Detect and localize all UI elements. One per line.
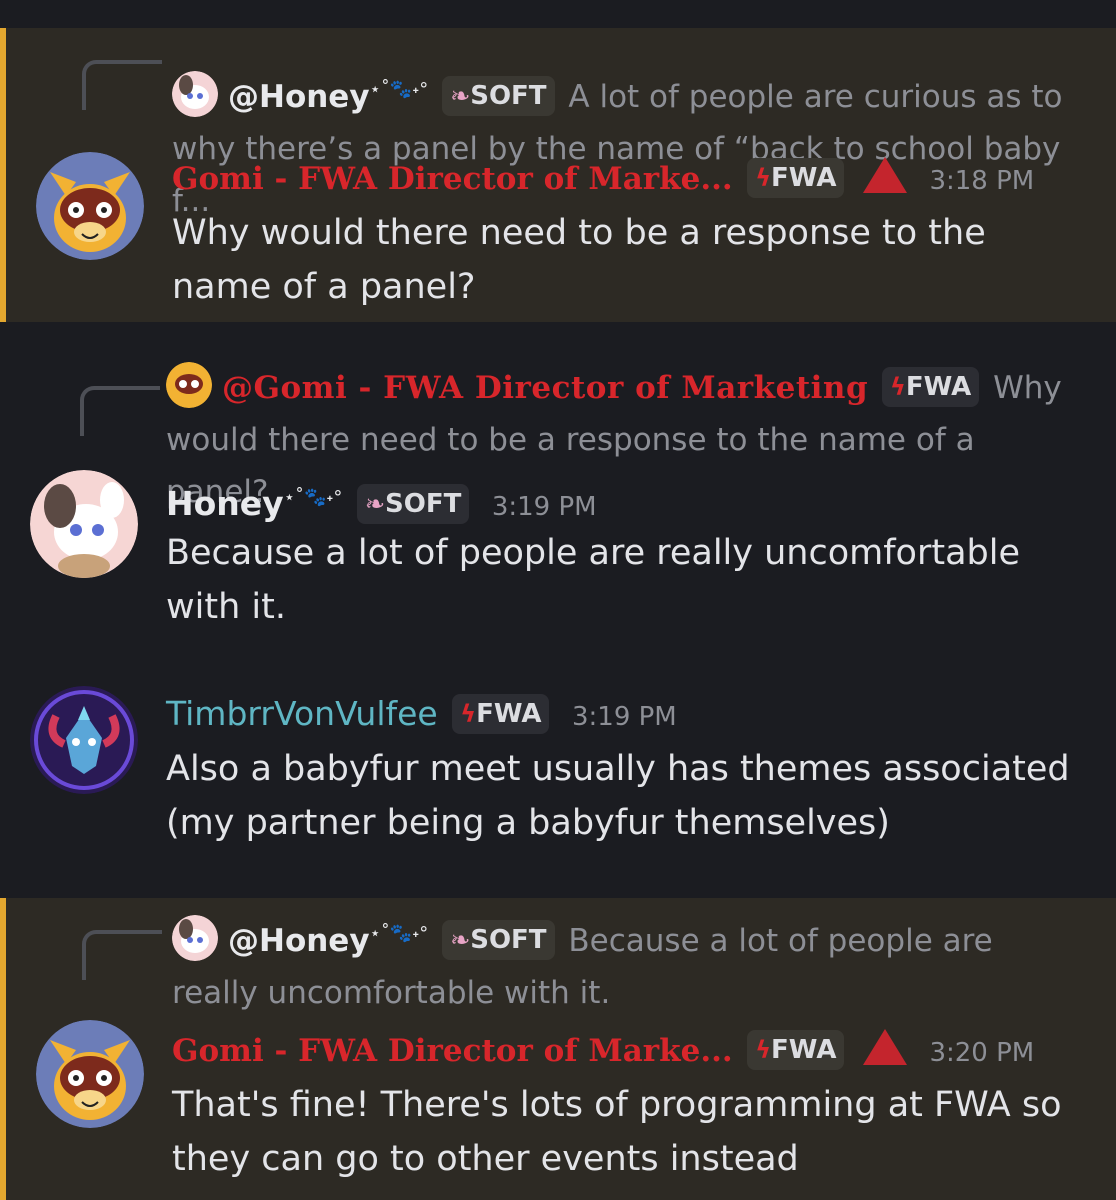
tag-label: SOFT — [470, 925, 547, 955]
reply-preview[interactable]: @Honey⋆˚🐾˖° ❧SOFT Because a lot of peopl… — [172, 908, 1086, 1019]
honey-mini-avatar — [172, 71, 218, 117]
lightning-icon: ϟ — [460, 700, 477, 728]
red-triangle-icon[interactable] — [862, 1029, 907, 1065]
gomi-avatar[interactable] — [36, 152, 144, 260]
message-header: Gomi - FWA Director of Marke... ϟFWA 3:1… — [172, 150, 1096, 206]
fwa-tag[interactable]: ϟFWA — [452, 694, 550, 734]
reply-author[interactable]: @Honey — [228, 923, 370, 959]
author-name[interactable]: TimbrrVonVulfee — [166, 694, 438, 733]
author-name[interactable]: Gomi - FWA Director of Marke... — [172, 161, 733, 197]
timestamp: 3:19 PM — [491, 492, 597, 522]
lightning-icon: ϟ — [755, 1036, 772, 1064]
message-3: TimbrrVonVulfee ϟFWA 3:19 PM Also a baby… — [0, 670, 1116, 870]
lightning-icon: ϟ — [890, 373, 906, 401]
reply-connector — [80, 386, 160, 436]
honey-mini-avatar — [172, 915, 218, 961]
message-text: That's fine! There's lots of programming… — [172, 1085, 1062, 1179]
timestamp: 3:18 PM — [929, 166, 1035, 196]
message-header: Honey⋆˚🐾˖° ❧SOFT 3:19 PM — [166, 470, 1096, 526]
feather-icon: ❧ — [450, 926, 471, 954]
feather-icon: ❧ — [450, 82, 471, 110]
sparkle-decoration: ⋆˚🐾˖° — [283, 487, 343, 508]
tag-label: FWA — [905, 372, 972, 402]
sparkle-decoration: ⋆˚🐾˖° — [369, 923, 429, 944]
message-4: @Honey⋆˚🐾˖° ❧SOFT Because a lot of peopl… — [0, 898, 1116, 1200]
honey-avatar[interactable] — [30, 470, 138, 578]
feather-icon: ❧ — [364, 490, 385, 518]
soft-tag[interactable]: ❧SOFT — [442, 76, 555, 116]
message-header: TimbrrVonVulfee ϟFWA 3:19 PM — [166, 686, 1096, 742]
soft-tag[interactable]: ❧SOFT — [442, 920, 555, 960]
sparkle-decoration: ⋆˚🐾˖° — [369, 79, 429, 100]
fwa-tag[interactable]: ϟFWA — [747, 158, 845, 198]
lightning-icon: ϟ — [755, 164, 772, 192]
message-text: Because a lot of people are really uncom… — [166, 533, 1020, 627]
tag-label: FWA — [771, 1035, 837, 1065]
tag-label: FWA — [476, 699, 542, 729]
soft-tag[interactable]: ❧SOFT — [356, 484, 470, 524]
tag-label: FWA — [771, 163, 837, 193]
timestamp: 3:20 PM — [929, 1038, 1035, 1068]
message-1: @Honey⋆˚🐾˖° ❧SOFT A lot of people are cu… — [0, 28, 1116, 322]
message-header: Gomi - FWA Director of Marke... ϟFWA 3:2… — [172, 1022, 1096, 1078]
fwa-tag[interactable]: ϟFWA — [747, 1030, 845, 1070]
gomi-avatar[interactable] — [36, 1020, 144, 1128]
reply-connector — [82, 930, 162, 980]
message-text: Why would there need to be a response to… — [172, 213, 986, 307]
red-triangle-icon[interactable] — [862, 157, 907, 193]
reply-author[interactable]: @Honey — [228, 79, 370, 115]
timestamp: 3:19 PM — [571, 702, 677, 732]
author-name[interactable]: Honey — [166, 484, 284, 523]
message-2: @Gomi - FWA Director of Marketing ϟFWA W… — [0, 352, 1116, 642]
message-text: Also a babyfur meet usually has themes a… — [166, 749, 1070, 843]
gomi-mini-avatar — [166, 362, 212, 408]
reply-author[interactable]: @Gomi - FWA Director of Marketing — [222, 370, 868, 406]
author-name[interactable]: Gomi - FWA Director of Marke... — [172, 1033, 733, 1069]
reply-connector — [82, 60, 162, 110]
timbrr-avatar[interactable] — [30, 686, 138, 794]
tag-label: SOFT — [385, 489, 462, 519]
fwa-tag[interactable]: ϟFWA — [882, 367, 980, 407]
tag-label: SOFT — [470, 81, 547, 111]
